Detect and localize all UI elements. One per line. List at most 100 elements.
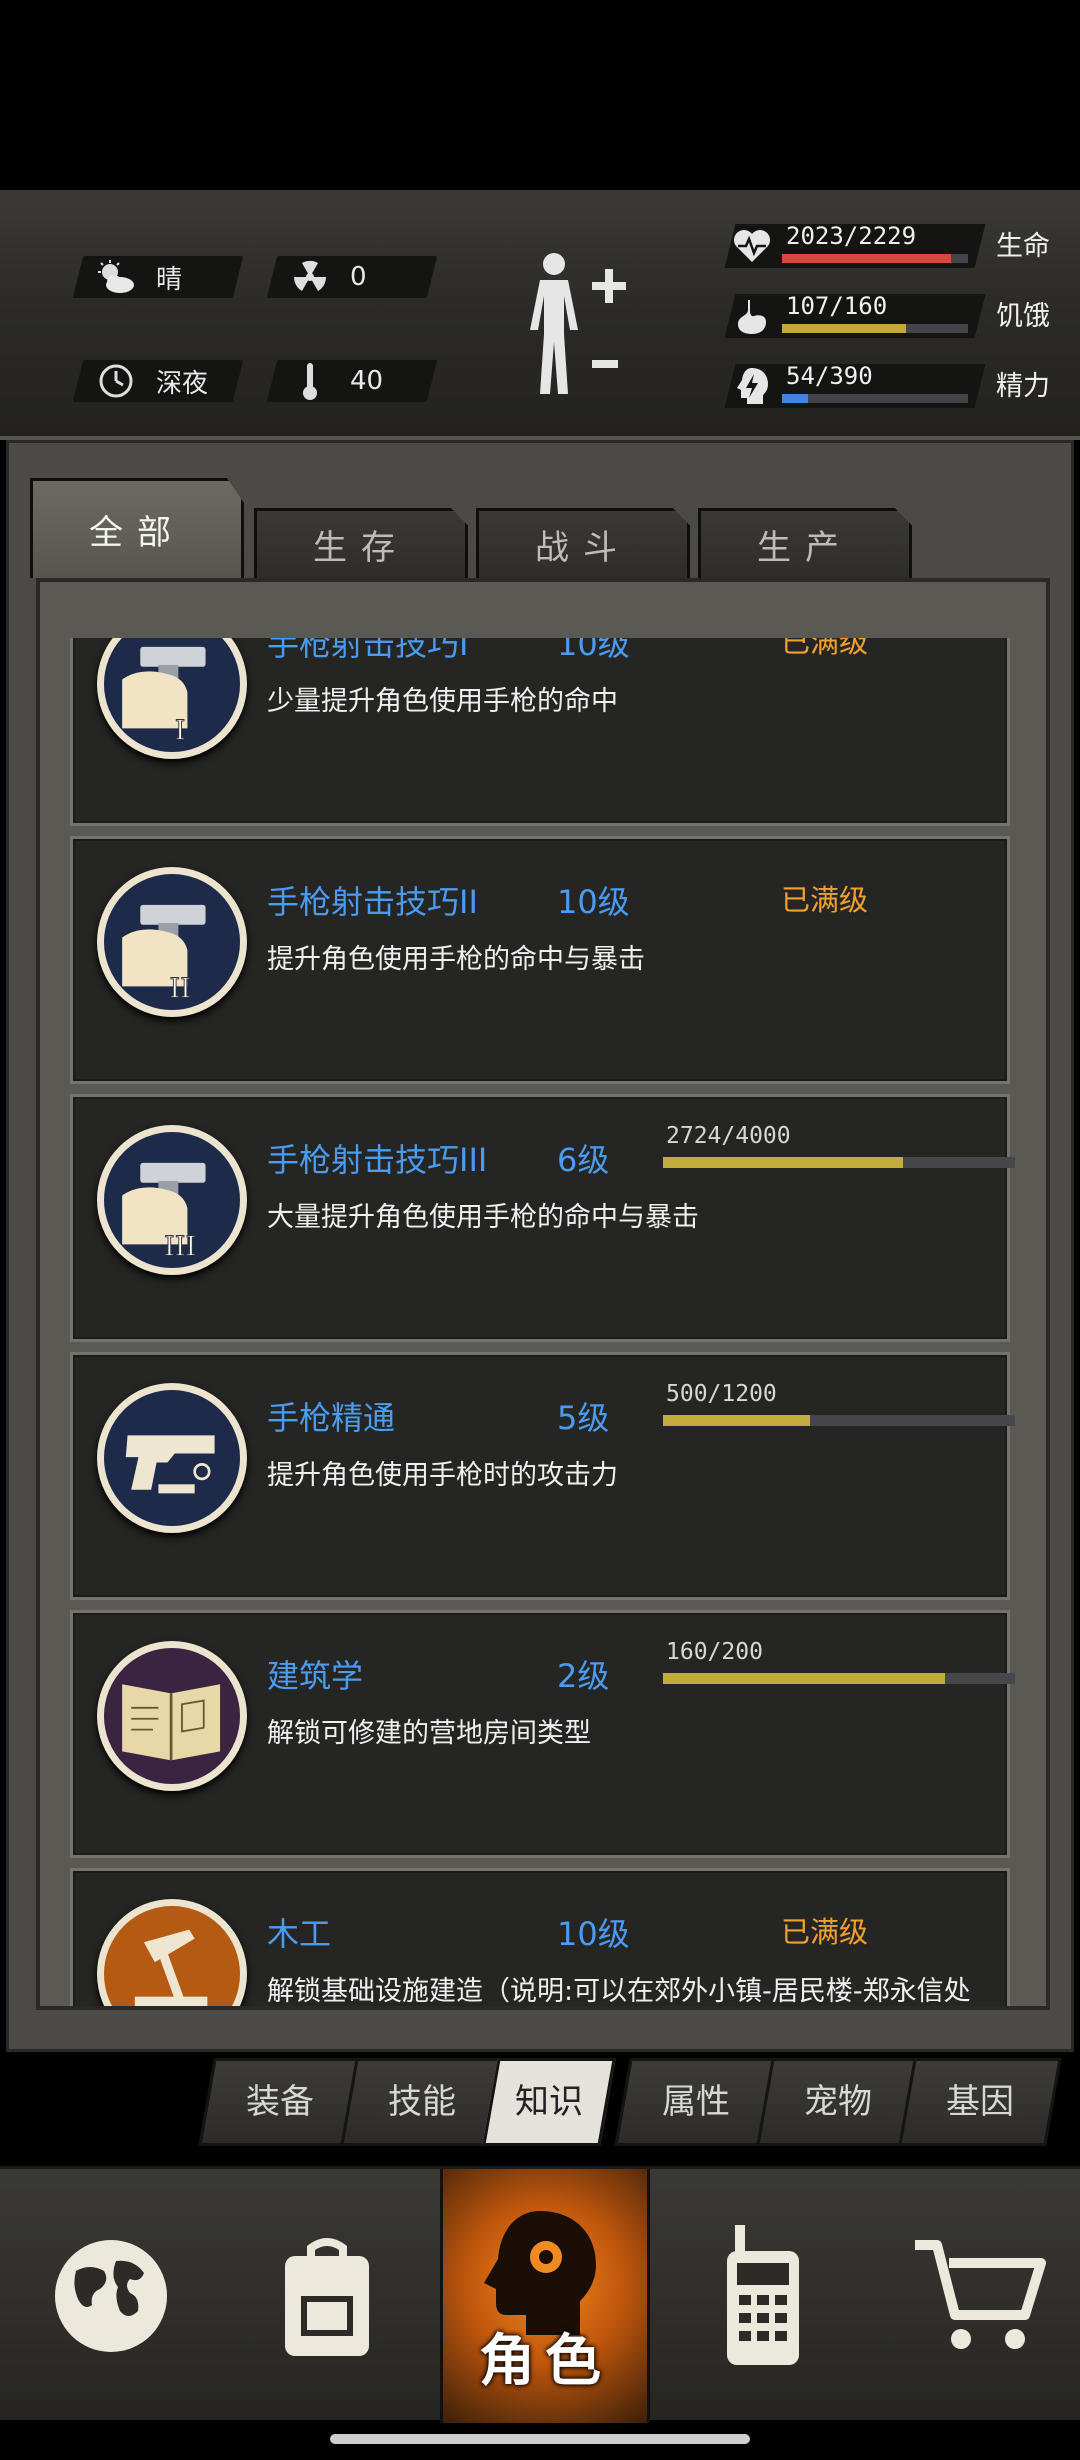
- skill-level: 10级: [557, 1915, 630, 1953]
- nav-character-label: 角色: [479, 2329, 611, 2394]
- subtab-label: 宠物: [804, 2082, 872, 2122]
- tab-all[interactable]: 全部: [30, 478, 244, 578]
- nav-world-map[interactable]: [6, 2169, 216, 2423]
- energy-label: 精力: [996, 371, 1050, 402]
- skill-desc: 解锁可修建的营地房间类型: [267, 1718, 591, 1749]
- body-status-button[interactable]: [520, 250, 640, 410]
- skill-name: 手枪射击技巧I: [267, 638, 469, 663]
- pistol-hand-i-icon: I: [97, 638, 247, 759]
- subtab-label: 属性: [662, 2082, 730, 2122]
- status-panel: 晴 0 深夜 40 2023/2229 生命 107/160 饥饿 54/390…: [0, 190, 1080, 440]
- skill-card-pistol-3[interactable]: III 手枪射击技巧III 6级 2724/4000 大量提升角色使用手枪的命中…: [70, 1094, 1015, 1342]
- heart-pulse-icon: [732, 226, 772, 266]
- subtab-skills[interactable]: 技能: [340, 2058, 504, 2146]
- subtab-label: 装备: [246, 2082, 314, 2122]
- subtab-label: 技能: [388, 2082, 456, 2122]
- category-tabs: 全部 生存 战斗 生产: [30, 478, 930, 578]
- globe-icon: [55, 2240, 167, 2352]
- skill-card-pistol-1[interactable]: I 手枪射击技巧I 10级 已满级 少量提升角色使用手枪的命中: [70, 638, 1010, 826]
- xp-text: 2724/4000: [666, 1123, 791, 1149]
- subtab-knowledge[interactable]: 知识: [482, 2058, 616, 2146]
- skill-level: 6级: [557, 1141, 610, 1179]
- energy-value: 54/390: [786, 362, 873, 390]
- blueprint-book-icon: [97, 1641, 247, 1791]
- body-figure-icon: [530, 253, 626, 394]
- tab-production[interactable]: 生产: [698, 508, 912, 578]
- maxed-badge: 已满级: [781, 1915, 869, 1949]
- xp-bar: [663, 1673, 1015, 1684]
- nav-character[interactable]: 角色: [440, 2169, 650, 2423]
- nav-backpack[interactable]: [222, 2169, 432, 2423]
- pistol-mastery-icon: [97, 1383, 247, 1533]
- carpentry-icon: [97, 1899, 247, 2006]
- health-value: 2023/2229: [786, 222, 917, 250]
- xp-text: 500/1200: [666, 1381, 777, 1407]
- energy-head-icon: [732, 366, 772, 406]
- subtab-label: 知识: [515, 2082, 583, 2122]
- tab-combat[interactable]: 战斗: [476, 508, 690, 578]
- skill-list[interactable]: I 手枪射击技巧I 10级 已满级 少量提升角色使用手枪的命中 II 手枪射击技…: [36, 578, 1050, 2010]
- xp-bar: [663, 1415, 1015, 1426]
- sunny-cloud-icon: [96, 257, 136, 297]
- thermometer-icon: [290, 361, 330, 401]
- skill-desc: 大量提升角色使用手枪的命中与暴击: [267, 1202, 699, 1233]
- subtab-genes[interactable]: 基因: [898, 2058, 1062, 2146]
- energy-bar: [782, 394, 968, 403]
- skill-card-architecture[interactable]: 建筑学 2级 160/200 解锁可修建的营地房间类型: [70, 1610, 1015, 1858]
- skill-name: 手枪精通: [267, 1399, 396, 1437]
- energy-stat: 54/390 精力: [720, 358, 1060, 414]
- home-indicator[interactable]: [330, 2434, 750, 2444]
- hunger-label: 饥饿: [996, 301, 1050, 332]
- skill-card-carpentry[interactable]: 木工 10级 已满级 解锁基础设施建造（说明:可以在郊外小镇-居民楼-郑永信处: [70, 1868, 1010, 2006]
- subtab-equipment[interactable]: 装备: [198, 2058, 362, 2146]
- walkie-talkie-icon: [727, 2225, 799, 2365]
- time-value: 深夜: [156, 368, 209, 399]
- skill-level: 5级: [557, 1399, 610, 1437]
- hunger-bar: [782, 324, 968, 333]
- skill-desc: 提升角色使用手枪的命中与暴击: [267, 944, 645, 975]
- tab-survival[interactable]: 生存: [254, 508, 468, 578]
- rank-glyph: I: [175, 715, 186, 746]
- skill-desc: 解锁基础设施建造（说明:可以在郊外小镇-居民楼-郑永信处: [267, 1976, 971, 2006]
- clock-icon: [96, 361, 136, 401]
- xp-text: 160/200: [666, 1639, 763, 1665]
- maxed-badge: 已满级: [781, 638, 869, 659]
- skill-level: 2级: [557, 1657, 610, 1695]
- bottom-nav: 角色: [0, 2166, 1080, 2423]
- hunger-value: 107/160: [786, 292, 888, 320]
- health-stat: 2023/2229 生命: [720, 218, 1060, 274]
- weather-value: 晴: [156, 264, 183, 295]
- stomach-icon: [732, 296, 772, 336]
- hunger-stat: 107/160 饥饿: [720, 288, 1060, 344]
- subtab-pets[interactable]: 宠物: [756, 2058, 920, 2146]
- nav-radio[interactable]: [658, 2169, 868, 2423]
- xp-bar: [663, 1157, 1015, 1168]
- radiation-chip: 0: [266, 256, 438, 298]
- temperature-chip: 40: [266, 360, 438, 402]
- radiation-icon: [290, 257, 330, 297]
- pistol-hand-ii-icon: II: [97, 867, 247, 1017]
- skill-name: 手枪射击技巧II: [267, 883, 478, 921]
- weather-chip: 晴: [72, 256, 244, 298]
- skill-name: 建筑学: [267, 1657, 364, 1695]
- skill-name: 手枪射击技巧III: [267, 1141, 488, 1179]
- skill-desc: 少量提升角色使用手枪的命中: [267, 686, 618, 717]
- health-bar: [782, 254, 968, 263]
- skill-level: 10级: [557, 883, 630, 921]
- subtab-attributes[interactable]: 属性: [614, 2058, 778, 2146]
- rank-glyph: III: [164, 1231, 196, 1262]
- character-subtabs: 装备 技能 知识 属性 宠物 基因: [196, 2058, 1066, 2148]
- nav-shop[interactable]: [874, 2169, 1080, 2423]
- subtab-label: 基因: [946, 2082, 1014, 2122]
- temperature-value: 40: [350, 366, 384, 396]
- time-chip: 深夜: [72, 360, 244, 402]
- maxed-badge: 已满级: [781, 883, 869, 917]
- skill-card-pistol-mastery[interactable]: 手枪精通 5级 500/1200 提升角色使用手枪时的攻击力: [70, 1352, 1015, 1600]
- skill-desc: 提升角色使用手枪时的攻击力: [267, 1460, 618, 1491]
- skill-name: 木工: [267, 1915, 332, 1953]
- skill-level: 10级: [557, 638, 630, 663]
- pistol-hand-iii-icon: III: [97, 1125, 247, 1275]
- rank-glyph: II: [169, 973, 190, 1004]
- skill-card-pistol-2[interactable]: II 手枪射击技巧II 10级 已满级 提升角色使用手枪的命中与暴击: [70, 836, 1010, 1084]
- skill-list-viewport[interactable]: I 手枪射击技巧I 10级 已满级 少量提升角色使用手枪的命中 II 手枪射击技…: [70, 638, 1046, 2006]
